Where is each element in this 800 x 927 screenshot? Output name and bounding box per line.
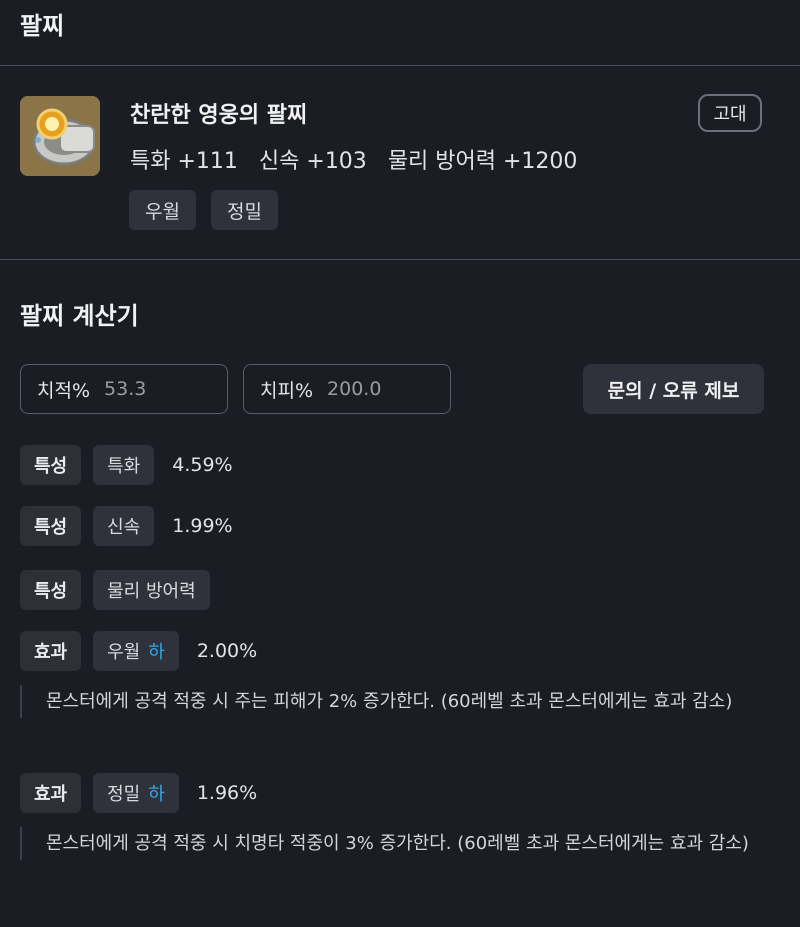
row-name: 물리 방어력 [93, 570, 210, 610]
row-name: 정밀 하 [93, 773, 179, 813]
effect-description: 몬스터에게 공격 적중 시 주는 피해가 2% 증가한다. (60레벨 초과 몬… [20, 685, 780, 718]
stat-row: 특성 특화 4.59% [20, 445, 233, 485]
crit-damage-label: 치피% [260, 379, 314, 402]
row-type: 효과 [20, 631, 82, 671]
item-tag: 정밀 [211, 190, 278, 230]
item-name: 찬란한 영웅의 팔찌 [130, 103, 308, 128]
crit-rate-label: 치적% [37, 379, 91, 402]
row-level: 하 [148, 642, 165, 663]
page-title: 팔찌 [20, 12, 65, 40]
stat-row: 특성 물리 방어력 [20, 570, 210, 610]
row-name-text: 정밀 [107, 784, 141, 805]
row-percent: 1.96% [196, 782, 258, 804]
effect-description: 몬스터에게 공격 적중 시 치명타 적중이 3% 증가한다. (60레벨 초과 … [20, 827, 780, 860]
row-name-text: 특화 [107, 456, 141, 477]
row-percent: 1.99% [172, 515, 233, 537]
row-name-text: 우월 [107, 642, 141, 663]
row-percent: 2.00% [196, 640, 258, 662]
bracelet-icon [20, 96, 100, 176]
crit-rate-value: 53.3 [104, 378, 147, 400]
stat-row: 특성 신속 1.99% [20, 506, 233, 546]
crit-damage-input[interactable]: 치피% 200.0 [243, 364, 451, 414]
crit-rate-input[interactable]: 치적% 53.3 [20, 364, 228, 414]
divider [0, 259, 800, 260]
row-name: 신속 [93, 506, 155, 546]
effect-row: 효과 정밀 하 1.96% [20, 773, 257, 813]
item-stats: 특화 +111 신속 +103 물리 방어력 +1200 [130, 143, 591, 175]
row-name-text: 신속 [107, 517, 141, 538]
effect-row: 효과 우월 하 2.00% [20, 631, 257, 671]
report-button[interactable]: 문의 / 오류 제보 [583, 364, 764, 414]
row-type: 특성 [20, 445, 82, 485]
row-name: 우월 하 [93, 631, 179, 671]
item-stat: 특화 +111 [130, 149, 238, 174]
row-level: 하 [148, 784, 165, 805]
row-type: 효과 [20, 773, 82, 813]
crit-damage-value: 200.0 [327, 378, 382, 400]
calculator-title: 팔찌 계산기 [20, 302, 139, 330]
row-percent: 4.59% [172, 454, 233, 476]
row-type: 특성 [20, 570, 82, 610]
row-name: 특화 [93, 445, 155, 485]
row-name-text: 물리 방어력 [107, 581, 196, 602]
item-tag: 우월 [129, 190, 196, 230]
divider [0, 65, 800, 66]
item-stat: 신속 +103 [258, 149, 367, 174]
row-type: 특성 [20, 506, 82, 546]
grade-badge: 고대 [698, 94, 762, 132]
item-stat: 물리 방어력 +1200 [387, 149, 578, 174]
